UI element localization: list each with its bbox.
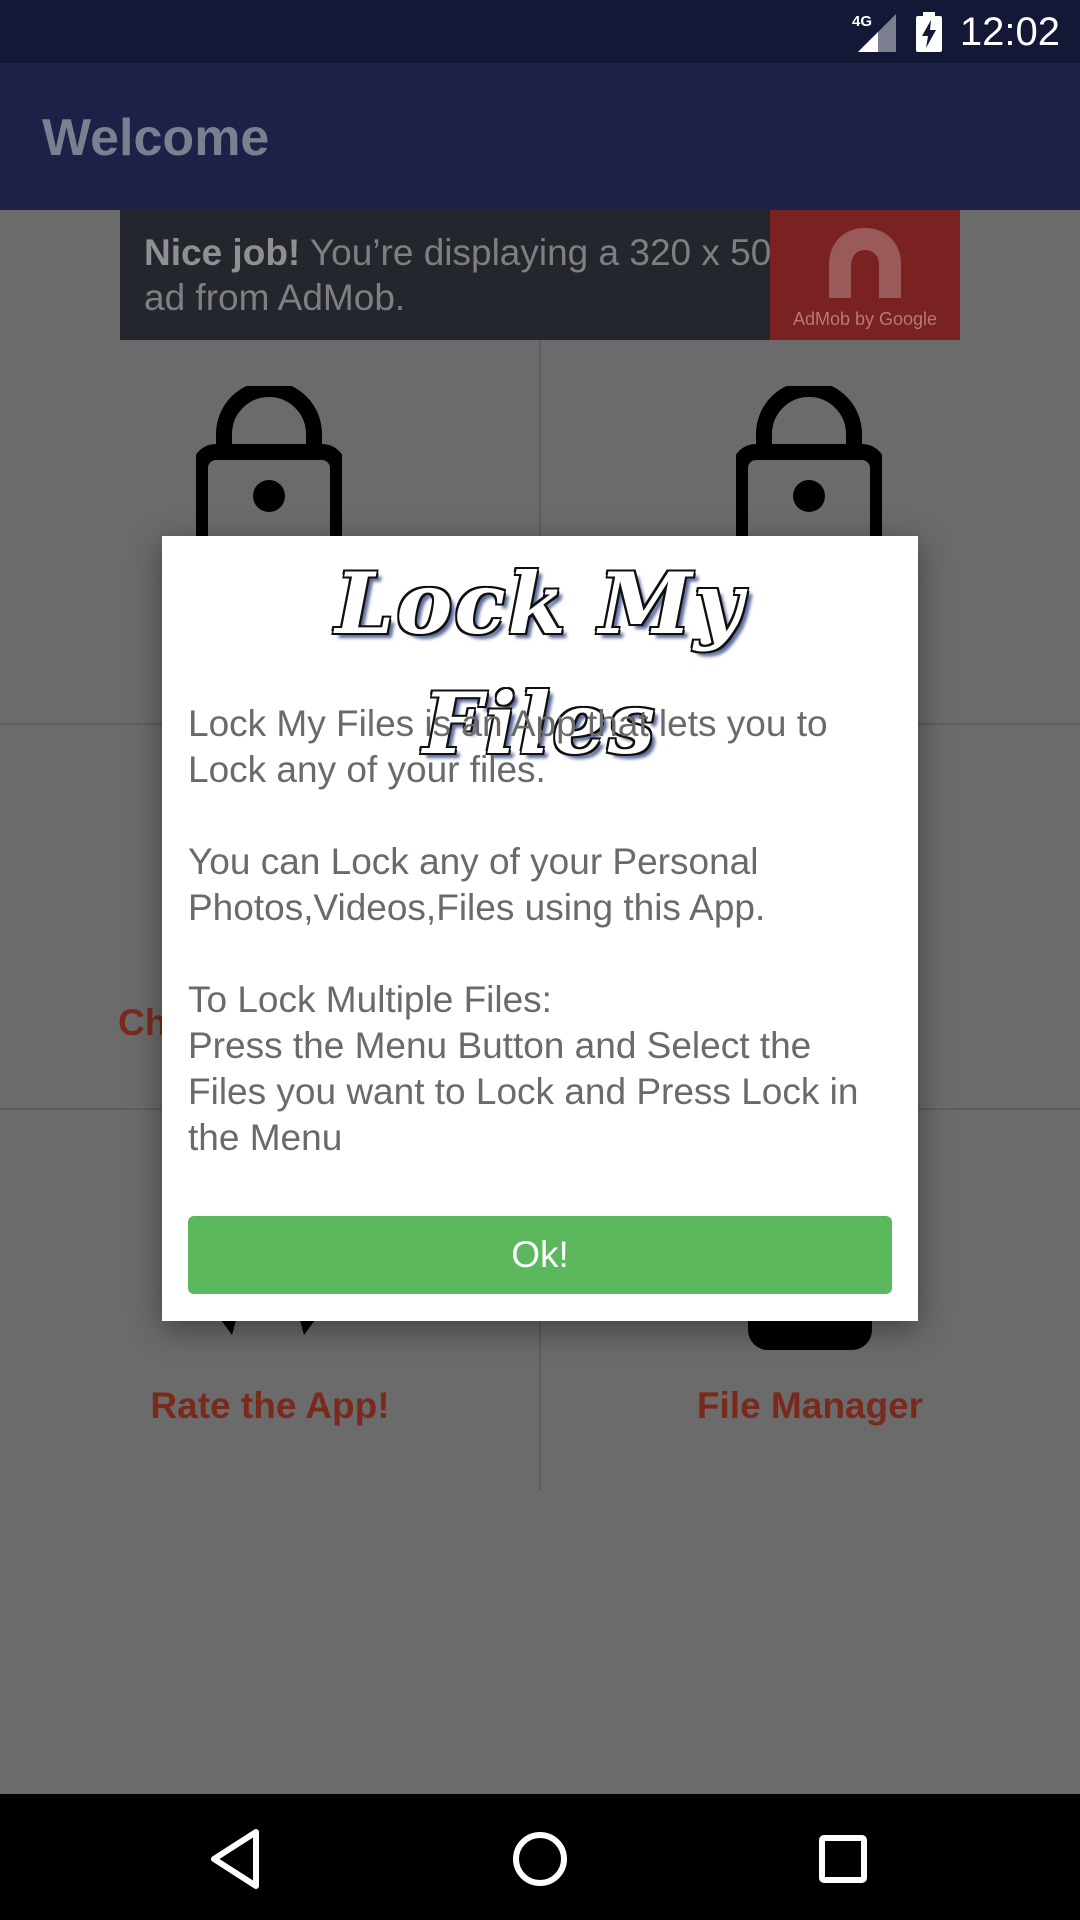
dialog-paragraph: To Lock Multiple Files: [188,979,552,1020]
app-title: Welcome [42,109,270,167]
navigation-bar [0,1794,1080,1920]
signal-icon: 4G [852,13,896,52]
logo-text: Lock My Files [335,554,745,773]
admob-logo-icon [829,228,901,298]
ad-text: Nice job! You’re displaying a 320 x 50 t… [144,230,844,320]
home-icon[interactable] [505,1824,575,1894]
file-manager-label[interactable]: File Manager [660,1385,960,1427]
dialog-paragraph: Press the Menu Button and Select the Fil… [188,1025,859,1158]
dialog-message: Lock My Files is an App that lets you to… [188,701,898,1207]
battery-charging-icon [915,12,942,52]
status-time: 12:02 [959,9,1060,54]
info-dialog: Lock My Files Lock My Files is an App th… [162,536,918,1321]
recents-icon[interactable] [808,1824,878,1894]
ok-button[interactable]: Ok! [188,1216,892,1294]
network-type-label: 4G [852,13,872,30]
admob-badge-label: AdMob by Google [792,309,938,329]
tile-label-partial[interactable]: Ch [118,1002,167,1044]
dialog-paragraph: Lock My Files is an App that lets you to… [188,703,828,790]
unlock-icon[interactable] [736,386,882,556]
dialog-paragraph: You can Lock any of your Personal Photos… [188,841,766,928]
app-bar: Welcome [0,63,1080,210]
rate-app-label[interactable]: Rate the App! [120,1385,420,1427]
status-bar: 4G 12:02 [0,0,1080,63]
back-icon[interactable] [200,1824,270,1894]
app-logo: Lock My Files [282,544,798,773]
lock-icon[interactable] [196,386,342,556]
status-icons: 4G 12:02 [852,8,1060,56]
admob-badge: AdMob by Google [770,210,960,340]
ad-text-bold: Nice job! [144,232,301,273]
ad-banner[interactable]: Nice job! You’re displaying a 320 x 50 t… [120,210,960,340]
